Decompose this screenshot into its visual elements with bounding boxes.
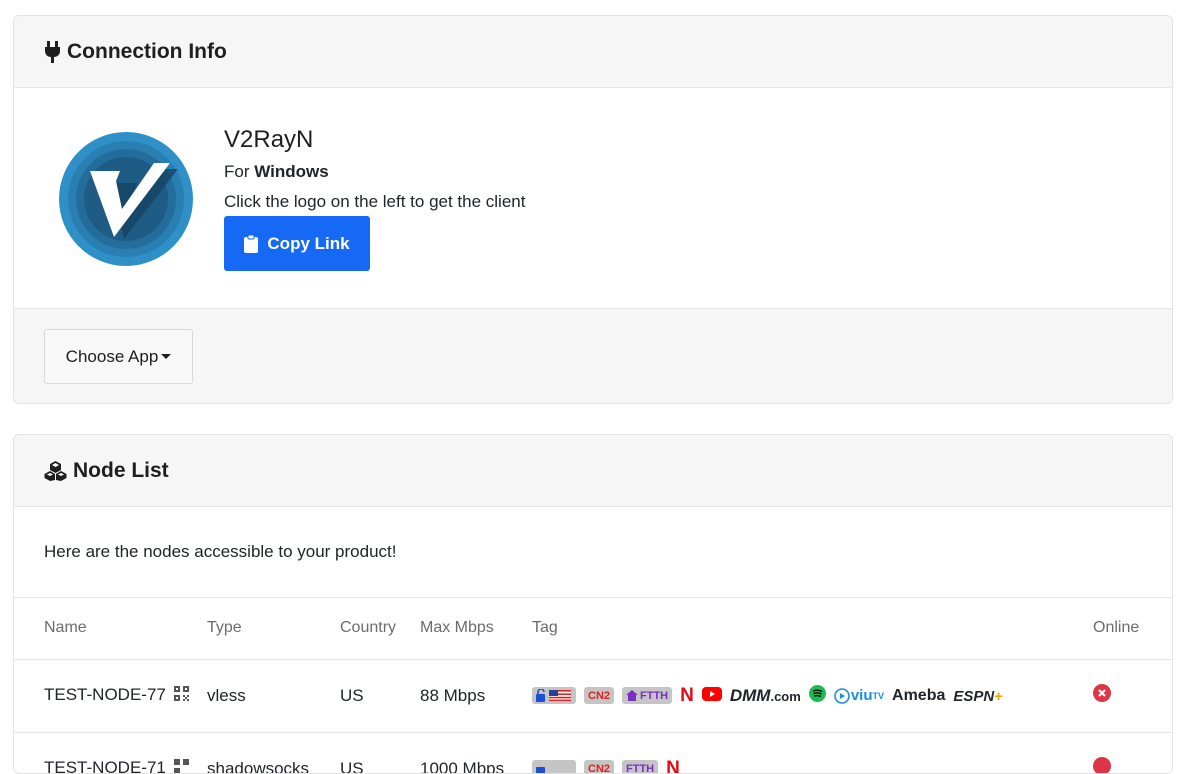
caret-down-icon	[161, 354, 171, 359]
offline-x-circle-icon	[1093, 757, 1111, 774]
netflix-icon: N	[680, 685, 694, 707]
table-row: TEST-NODE-77 vless US 88 Mbps CN2	[14, 659, 1172, 732]
cn2-tag-badge: CN2	[584, 760, 614, 774]
node-list-card: Node List Here are the nodes accessible …	[13, 434, 1173, 774]
ameba-icon: Ameba	[892, 687, 945, 705]
column-header-tag: Tag	[532, 598, 1093, 659]
column-header-type: Type	[207, 598, 340, 659]
node-name-cell: TEST-NODE-77	[14, 659, 207, 732]
qr-code-icon[interactable]	[174, 686, 189, 706]
copy-link-button[interactable]: Copy Link	[224, 216, 370, 271]
column-header-name: Name	[14, 598, 207, 659]
app-platform: For Windows	[224, 162, 329, 182]
plug-icon	[44, 41, 61, 63]
ftth-tag-text: FTTH	[640, 690, 668, 702]
card-title: Connection Info	[44, 40, 227, 64]
node-tags: CN2 FTTH N	[532, 732, 1093, 774]
nodes-intro: Here are the nodes accessible to your pr…	[14, 507, 1172, 598]
node-max-mbps: 1000 Mbps	[420, 732, 532, 774]
connection-info-title: Connection Info	[67, 40, 227, 64]
node-name-cell: TEST-NODE-71	[14, 732, 207, 774]
cn2-tag-text: CN2	[588, 690, 610, 702]
qr-code-icon[interactable]	[174, 759, 189, 774]
node-online-status	[1093, 659, 1172, 732]
app-hint: Click the logo on the left to get the cl…	[224, 192, 525, 212]
node-type: vless	[207, 659, 340, 732]
node-name: TEST-NODE-71	[44, 758, 166, 774]
table-header-row: Name Type Country Max Mbps Tag Online	[14, 598, 1172, 659]
copy-link-label: Copy Link	[267, 234, 349, 254]
connection-info-header: Connection Info	[14, 16, 1172, 88]
cn2-tag-badge: CN2	[584, 687, 614, 704]
youtube-icon	[702, 686, 722, 706]
unlock-us-tag-icon	[532, 687, 576, 704]
espn-plus-icon: ESPN+	[953, 686, 1003, 706]
node-tags: CN2 FTTH N DMM.com	[532, 659, 1093, 732]
column-header-online: Online	[1093, 598, 1172, 659]
column-header-country: Country	[340, 598, 420, 659]
v2rayn-logo[interactable]	[58, 131, 194, 267]
clipboard-icon	[244, 235, 258, 253]
app-body: V2RayN For Windows Click the logo on the…	[14, 88, 1172, 309]
choose-app-dropdown[interactable]: Choose App	[44, 329, 193, 384]
card-title: Node List	[44, 459, 169, 483]
node-max-mbps: 88 Mbps	[420, 659, 532, 732]
platform-prefix: For	[224, 162, 250, 181]
netflix-icon: N	[666, 758, 680, 774]
unlock-us-tag-icon	[532, 760, 576, 774]
cubes-icon	[44, 461, 67, 481]
offline-x-circle-icon	[1093, 684, 1111, 702]
table-row: TEST-NODE-71 shadowsocks US 1000 Mbps CN…	[14, 732, 1172, 774]
connection-footer: Choose App	[14, 309, 1172, 404]
platform-name: Windows	[254, 162, 328, 181]
ftth-tag-badge: FTTH	[622, 760, 658, 774]
viu-icon: viuTV	[834, 687, 884, 704]
connection-info-card: Connection Info V2RayN For Windows Click…	[13, 15, 1173, 404]
app-name: V2RayN	[224, 126, 313, 154]
node-type: shadowsocks	[207, 732, 340, 774]
node-name: TEST-NODE-77	[44, 685, 166, 704]
column-header-max-mbps: Max Mbps	[420, 598, 532, 659]
node-country: US	[340, 732, 420, 774]
choose-app-label: Choose App	[66, 347, 159, 367]
spotify-icon	[809, 685, 826, 707]
ftth-tag-badge: FTTH	[622, 687, 672, 704]
node-table: Name Type Country Max Mbps Tag Online TE…	[14, 598, 1172, 774]
node-list-title: Node List	[73, 459, 169, 483]
node-online-status	[1093, 732, 1172, 774]
node-country: US	[340, 659, 420, 732]
node-list-header: Node List	[14, 435, 1172, 507]
dmm-icon: DMM.com	[730, 686, 801, 706]
